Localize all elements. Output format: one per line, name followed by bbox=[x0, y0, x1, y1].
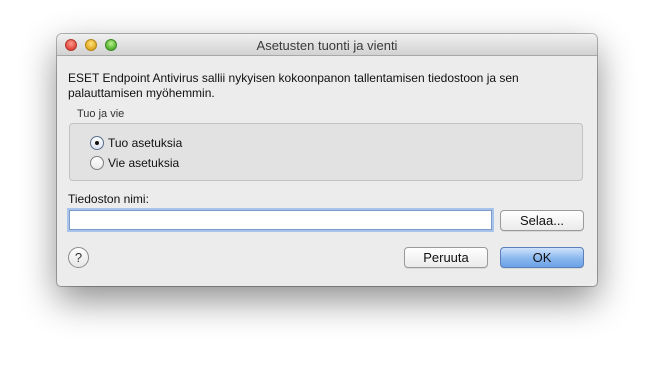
browse-button[interactable]: Selaa... bbox=[500, 210, 584, 231]
help-icon[interactable]: ? bbox=[68, 247, 89, 268]
title-bar[interactable]: Asetusten tuonti ja vienti bbox=[57, 34, 597, 56]
radio-button-import[interactable] bbox=[90, 136, 104, 150]
radio-option-import[interactable]: Tuo asetuksia bbox=[90, 135, 182, 151]
description-text: ESET Endpoint Antivirus sallii nykyisen … bbox=[68, 71, 519, 100]
import-export-groupbox: Tuo asetuksia Vie asetuksia bbox=[69, 123, 583, 181]
radio-label-export[interactable]: Vie asetuksia bbox=[108, 156, 179, 170]
window-title: Asetusten tuonti ja vienti bbox=[256, 38, 398, 53]
radio-label-import[interactable]: Tuo asetuksia bbox=[108, 136, 182, 150]
filename-label: Tiedoston nimi: bbox=[68, 192, 149, 206]
radio-option-export[interactable]: Vie asetuksia bbox=[90, 155, 179, 171]
filename-input[interactable] bbox=[69, 210, 492, 230]
cancel-button[interactable]: Peruuta bbox=[404, 247, 488, 268]
radio-button-export[interactable] bbox=[90, 156, 104, 170]
ok-button[interactable]: OK bbox=[500, 247, 584, 268]
dialog-window: Asetusten tuonti ja vienti ESET Endpoint… bbox=[57, 34, 597, 286]
group-label: Tuo ja vie bbox=[77, 108, 125, 120]
